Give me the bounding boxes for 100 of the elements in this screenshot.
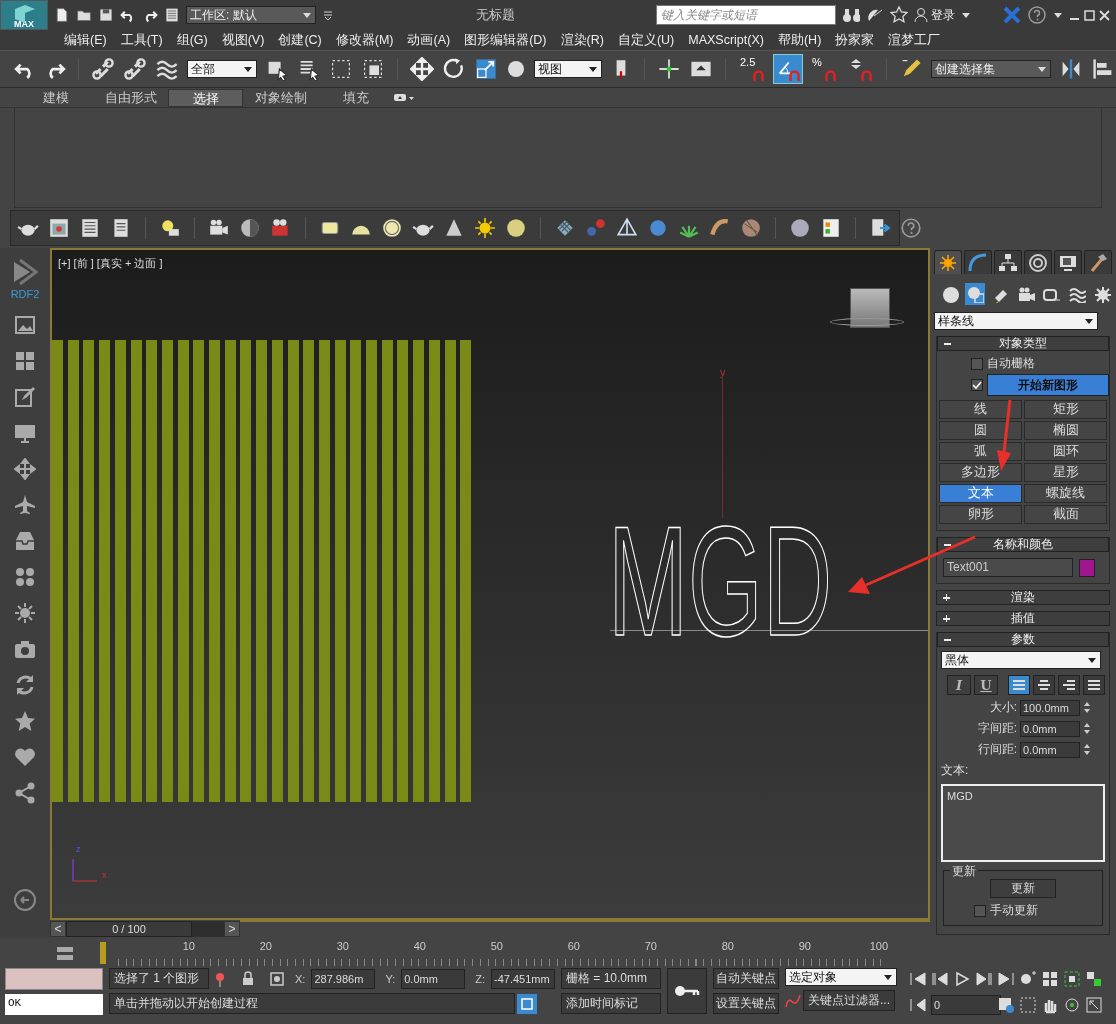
isolate-toggle-icon[interactable]	[517, 993, 537, 1014]
camera-icon[interactable]	[14, 638, 36, 660]
alignment-button[interactable]	[1033, 675, 1055, 695]
sign-in-link[interactable]: 登录	[914, 6, 955, 24]
auto-key-button[interactable]: 自动关键点	[713, 968, 779, 989]
monitor-icon[interactable]	[14, 422, 36, 444]
time-slider-track[interactable]: 0 / 100	[66, 921, 224, 937]
checkbox[interactable]	[971, 379, 983, 391]
half-sphere-icon[interactable]	[239, 217, 261, 239]
manipulate-icon[interactable]	[657, 57, 681, 81]
workspace-dropdown[interactable]: 工作区: 默认	[186, 6, 316, 24]
menu-item[interactable]: 渲染(R)	[554, 31, 612, 49]
key-filters-button[interactable]: 关键点过滤器...	[803, 990, 895, 1011]
text-area[interactable]: MGD	[941, 784, 1105, 862]
shape-button[interactable]: 文本	[939, 484, 1022, 503]
shape-button[interactable]: 矩形	[1024, 400, 1107, 419]
text-style-button[interactable]: I	[947, 675, 971, 695]
help-icon[interactable]	[1027, 5, 1047, 25]
shape-button[interactable]: 截面	[1024, 505, 1107, 524]
project-folder-icon[interactable]	[164, 7, 180, 23]
panel-tab[interactable]	[1084, 250, 1112, 274]
close-icon[interactable]	[1099, 9, 1110, 21]
sphere-icon[interactable]	[505, 217, 527, 239]
play-icon[interactable]	[953, 969, 971, 988]
shape-button[interactable]: 椭圆	[1024, 421, 1107, 440]
binoculars-icon[interactable]	[842, 6, 860, 24]
cone-icon[interactable]	[443, 217, 465, 239]
sphere-icon[interactable]	[789, 217, 811, 239]
curve-icon[interactable]	[785, 992, 801, 1009]
color-swatch[interactable]	[1079, 558, 1095, 577]
previous-frame-button[interactable]: <	[50, 921, 66, 937]
percent-snap-toggle[interactable]: %	[810, 55, 838, 83]
snap-toggle[interactable]: 2.5	[738, 55, 766, 83]
frame-field[interactable]: 0	[931, 994, 1001, 1015]
tray-icon[interactable]	[14, 530, 36, 552]
link-icon[interactable]	[91, 57, 115, 81]
shape-button[interactable]: 线	[939, 400, 1022, 419]
open-folder-icon[interactable]	[76, 7, 92, 23]
named-selection-dropdown[interactable]: 创建选择集	[931, 60, 1051, 78]
shape-button[interactable]: 弧	[939, 442, 1022, 461]
ribbon-tab[interactable]: 填充	[318, 88, 393, 107]
go-to-start-icon[interactable]	[909, 969, 927, 988]
shape-button[interactable]: 螺旋线	[1024, 484, 1107, 503]
document-icon[interactable]	[79, 217, 101, 239]
airplane-icon[interactable]	[14, 494, 36, 516]
start-new-shape-button[interactable]: 开始新图形	[987, 374, 1109, 396]
key-mode-dropdown[interactable]: 选定对象	[785, 968, 897, 986]
update-button[interactable]: 更新	[990, 879, 1056, 898]
refresh-icon[interactable]	[14, 674, 36, 696]
zoom-extents-icon[interactable]	[1063, 969, 1081, 988]
key-filter-icon[interactable]	[56, 945, 74, 961]
caret-icon[interactable]	[1053, 10, 1063, 20]
ring-sphere-icon[interactable]	[381, 217, 403, 239]
scale-icon[interactable]	[474, 57, 498, 81]
tiles-icon[interactable]	[14, 350, 36, 372]
export-icon[interactable]	[869, 217, 891, 239]
number-field[interactable]: 100.0mm	[1020, 699, 1080, 716]
ribbon-tab[interactable]: 自由形式	[93, 88, 168, 107]
shape-button[interactable]: 圆	[939, 421, 1022, 440]
shape-button[interactable]: 多边形	[939, 463, 1022, 482]
menu-item[interactable]: 编辑(E)	[58, 31, 115, 49]
menu-item[interactable]: 视图(V)	[215, 31, 273, 49]
panel-tab[interactable]	[964, 250, 992, 274]
maximize-viewport-icon[interactable]	[1085, 995, 1103, 1014]
checklist-icon[interactable]	[820, 217, 842, 239]
menu-item[interactable]: 动画(A)	[401, 31, 459, 49]
zoom-all-icon[interactable]	[1041, 969, 1059, 988]
heart-icon[interactable]	[14, 746, 36, 768]
spinner-arrows-icon[interactable]	[1083, 743, 1091, 756]
shape-button[interactable]: 星形	[1024, 463, 1107, 482]
sphere-icon[interactable]	[506, 59, 526, 79]
app-logo-button[interactable]: MAX	[0, 0, 48, 30]
shape-button[interactable]: 圆环	[1024, 442, 1107, 461]
back-icon[interactable]	[13, 888, 37, 912]
checkbox[interactable]	[974, 904, 986, 917]
sun-icon[interactable]	[474, 217, 496, 239]
star-icon[interactable]	[890, 6, 908, 24]
time-slider-thumb[interactable]: 0 / 100	[66, 921, 192, 937]
move-icon[interactable]	[14, 458, 36, 480]
menu-item[interactable]: 帮助(H)	[771, 31, 830, 49]
window-crossing-icon[interactable]	[361, 57, 385, 81]
rollout-header[interactable]: 对象类型	[937, 336, 1109, 351]
menu-item[interactable]: 修改器(M)	[329, 31, 402, 49]
orbit-icon[interactable]	[1063, 995, 1081, 1014]
panel-tab[interactable]	[1054, 250, 1082, 274]
menu-item[interactable]: 渲梦工厂	[882, 31, 949, 49]
coordinate-field[interactable]: 0.0mm	[401, 968, 466, 989]
spinner-arrows-icon[interactable]	[1083, 722, 1091, 735]
name-field[interactable]: Text001	[943, 558, 1073, 577]
caret-icon[interactable]	[961, 10, 971, 20]
next-frame-button[interactable]: >	[224, 921, 240, 937]
menu-item[interactable]: 工具(T)	[114, 31, 171, 49]
four-dots-icon[interactable]	[14, 566, 36, 588]
spinner-arrows-icon[interactable]	[1083, 701, 1091, 714]
save-icon[interactable]	[98, 7, 114, 23]
pin-icon[interactable]	[213, 970, 227, 987]
menu-item[interactable]: 图形编辑器(D)	[458, 31, 555, 49]
previous-frame-icon[interactable]	[931, 969, 949, 988]
absolute-mode-icon[interactable]	[269, 970, 285, 987]
coordinate-field[interactable]: -47.451mm	[491, 968, 555, 989]
